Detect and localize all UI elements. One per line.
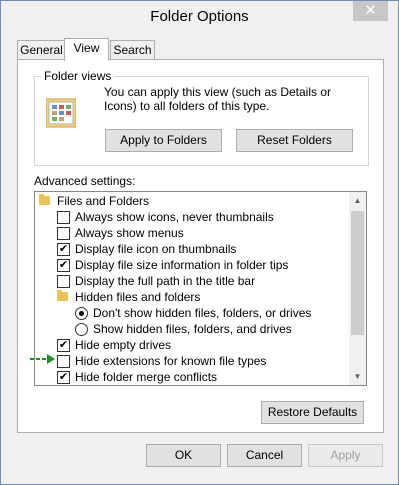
checkbox[interactable] xyxy=(57,355,70,368)
scroll-up-arrow-icon[interactable]: ▲ xyxy=(349,192,366,209)
checkbox[interactable] xyxy=(57,275,70,288)
title-bar: Folder Options ✕ xyxy=(1,1,398,31)
setting-label: Hide extensions for known file types xyxy=(75,354,267,368)
restore-defaults-button[interactable]: Restore Defaults xyxy=(261,401,364,424)
radio-selected[interactable] xyxy=(75,307,88,320)
checkbox-checked[interactable]: ✔ xyxy=(57,243,70,256)
checkbox[interactable] xyxy=(57,211,70,224)
list-item-label: Files and Folders xyxy=(57,194,150,208)
checkbox-checked[interactable]: ✔ xyxy=(57,259,70,272)
apply-to-folders-button[interactable]: Apply to Folders xyxy=(105,129,222,152)
folder-icon xyxy=(39,194,50,205)
apply-button[interactable]: Apply xyxy=(308,444,383,467)
tab-view[interactable]: View xyxy=(64,38,109,61)
setting-label: Always show icons, never thumbnails xyxy=(75,210,274,224)
vertical-scrollbar[interactable]: ▲ ▼ xyxy=(349,192,366,385)
checkbox[interactable] xyxy=(57,227,70,240)
scroll-down-arrow-icon[interactable]: ▼ xyxy=(349,368,366,385)
list-item-label: Hidden files and folders xyxy=(75,290,201,304)
setting-label: Display the full path in the title bar xyxy=(75,274,256,288)
setting-label: Show hidden files, folders, and drives xyxy=(93,322,292,336)
advanced-settings-label: Advanced settings: xyxy=(34,174,136,188)
view-tab-panel: Folder views You can apply this view (su… xyxy=(17,59,384,433)
tab-search[interactable]: Search xyxy=(110,40,155,60)
setting-label: Hide folder merge conflicts xyxy=(75,370,218,384)
setting-label: Display file size information in folder … xyxy=(75,258,289,272)
folder-views-label: Folder views xyxy=(41,69,115,83)
ok-button[interactable]: OK xyxy=(146,444,221,467)
setting-label: Hide empty drives xyxy=(75,338,172,352)
folder-views-description: You can apply this view (such as Details… xyxy=(104,85,332,113)
setting-label: Don't show hidden files, folders, or dri… xyxy=(93,306,312,320)
folder-views-group: Folder views You can apply this view (su… xyxy=(34,69,369,166)
folder-options-window: Folder Options ✕ General View Search Fol… xyxy=(0,0,399,485)
window-title: Folder Options xyxy=(150,8,249,25)
folder-views-icon xyxy=(46,98,76,128)
reset-folders-button[interactable]: Reset Folders xyxy=(236,129,353,152)
checkbox-checked[interactable]: ✔ xyxy=(57,371,70,384)
annotation-arrow-icon xyxy=(30,354,55,364)
setting-label: Always show menus xyxy=(75,226,184,240)
close-button[interactable]: ✕ xyxy=(353,1,388,21)
radio[interactable] xyxy=(75,323,88,336)
setting-label: Display file icon on thumbnails xyxy=(75,242,237,256)
folder-icon xyxy=(57,290,68,301)
scrollbar-thumb[interactable] xyxy=(351,211,364,335)
advanced-settings-list[interactable]: Files and Folders Always show icons, nev… xyxy=(34,191,367,386)
cancel-button[interactable]: Cancel xyxy=(227,444,302,467)
checkbox-checked[interactable]: ✔ xyxy=(57,339,70,352)
tab-general[interactable]: General xyxy=(17,40,66,60)
